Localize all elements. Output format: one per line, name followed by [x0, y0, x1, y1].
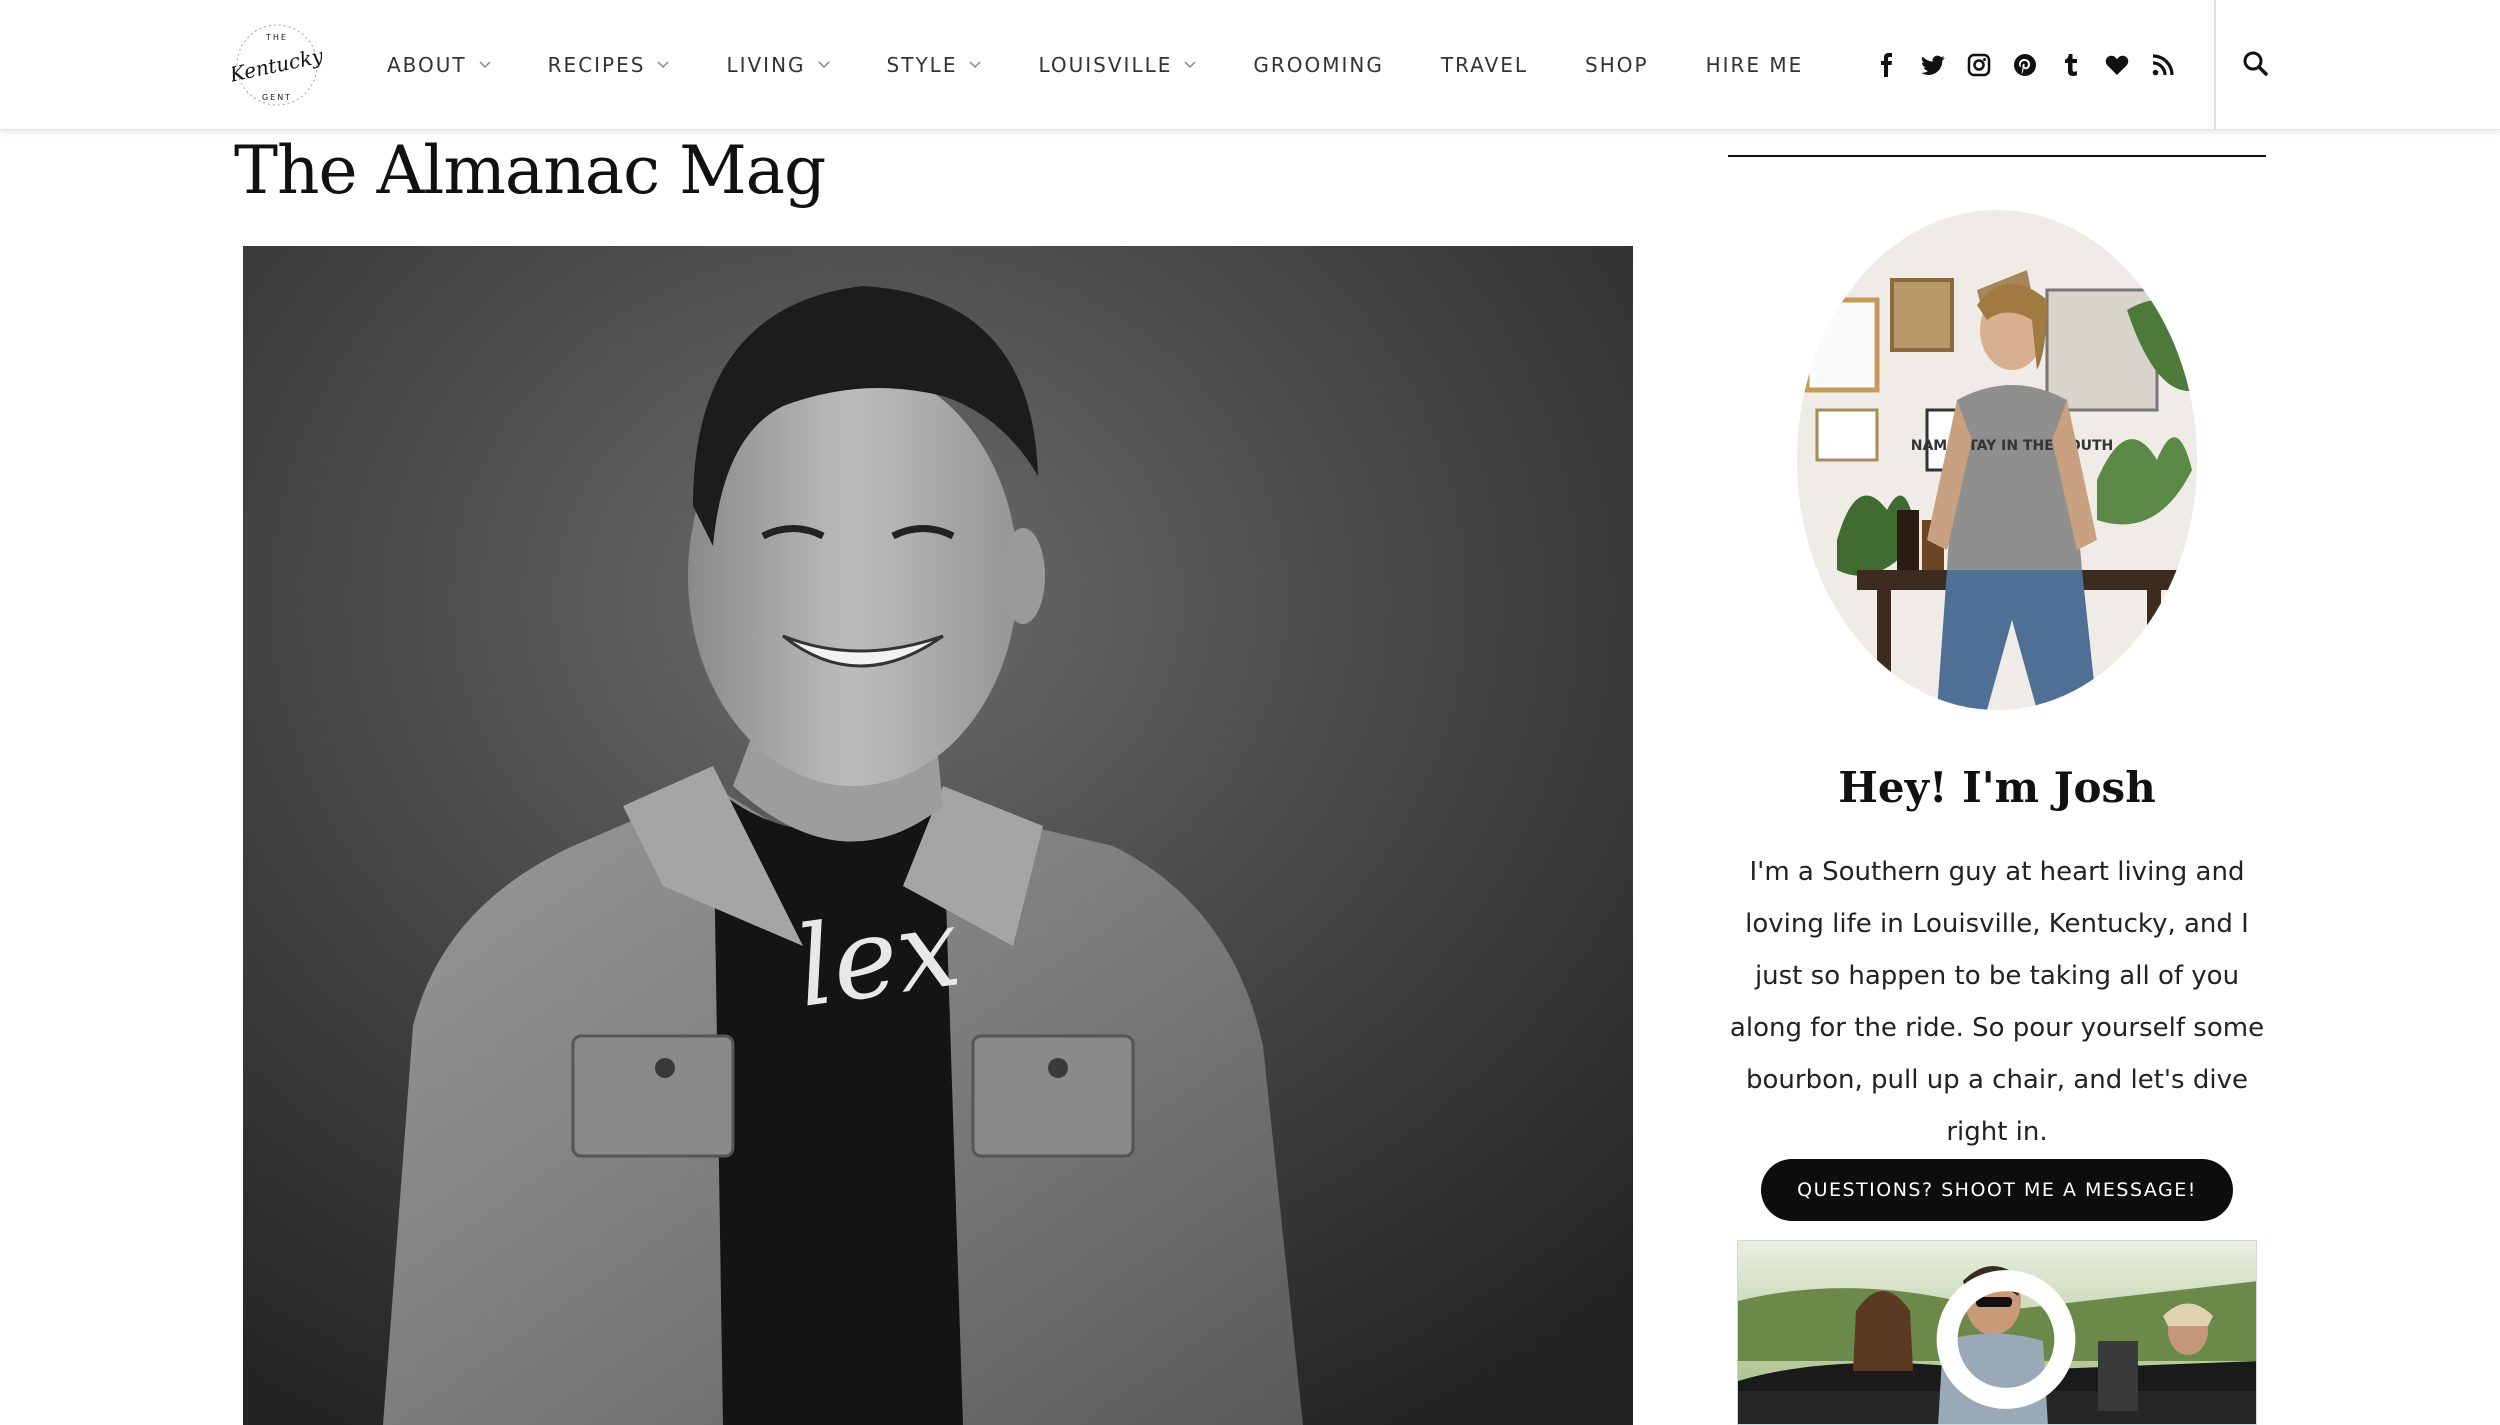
- nav-item-label: GROOMING: [1253, 53, 1384, 77]
- site-header: THE Kentucky GENT ABOUT RECIPES LIVING STYL…: [0, 0, 2500, 130]
- nav-item-label: LOUISVILLE: [1038, 53, 1173, 77]
- nav-item-label: LIVING: [726, 53, 806, 77]
- nav-item-shop[interactable]: SHOP: [1585, 53, 1649, 77]
- header-divider: [2214, 0, 2216, 130]
- nav-item-recipes[interactable]: RECIPES: [548, 53, 670, 77]
- twitter-icon[interactable]: [1918, 50, 1948, 80]
- featured-image: lex: [243, 246, 1633, 1425]
- author-photo: NAMASTAY IN THE SOUTH: [1797, 210, 2197, 710]
- ad-refresh-icon[interactable]: [1746, 1247, 2076, 1409]
- nav-item-label: STYLE: [886, 53, 958, 77]
- advertisement[interactable]: [1737, 1240, 2257, 1425]
- pinterest-icon[interactable]: [2010, 50, 2040, 80]
- nav-item-label: TRAVEL: [1440, 53, 1529, 77]
- sidebar-divider: [1728, 155, 2266, 157]
- nav-item-hire-me[interactable]: HIRE ME: [1706, 53, 1804, 77]
- nav-item-label: ABOUT: [387, 53, 467, 77]
- svg-text:THE: THE: [265, 33, 288, 42]
- search-button[interactable]: [2230, 45, 2280, 85]
- nav-item-grooming[interactable]: GROOMING: [1253, 53, 1384, 77]
- chevron-down-icon: [818, 61, 830, 69]
- nav-item-about[interactable]: ABOUT: [387, 53, 491, 77]
- tumblr-icon[interactable]: [2056, 50, 2086, 80]
- site-logo[interactable]: THE Kentucky GENT: [227, 22, 326, 108]
- nav-item-label: RECIPES: [547, 53, 646, 77]
- adchoices-icon[interactable]: [2220, 1247, 2246, 1271]
- contact-button[interactable]: QUESTIONS? SHOOT ME A MESSAGE!: [1761, 1159, 2233, 1221]
- author-greeting: Hey! I'm Josh: [1838, 763, 2156, 812]
- svg-text:GENT: GENT: [262, 93, 292, 102]
- chevron-down-icon: [479, 61, 491, 69]
- nav-item-style[interactable]: STYLE: [887, 53, 982, 77]
- nav-item-travel[interactable]: TRAVEL: [1441, 53, 1528, 77]
- svg-text:NAMASTAY IN THE SOUTH: NAMASTAY IN THE SOUTH: [1911, 438, 2114, 454]
- main-nav: ABOUT RECIPES LIVING STYLE LOUISVILLE GROOMIN…: [387, 0, 1860, 130]
- chevron-down-icon: [969, 61, 981, 69]
- heart-icon[interactable]: [2102, 50, 2132, 80]
- instagram-icon[interactable]: [1964, 50, 1994, 80]
- chevron-down-icon: [1184, 61, 1196, 69]
- author-bio: I'm a Southern guy at heart living and l…: [1729, 857, 2265, 1147]
- nav-item-living[interactable]: LIVING: [726, 53, 830, 77]
- page-title: The Almanac Mag: [234, 132, 826, 209]
- chevron-down-icon: [657, 61, 669, 69]
- nav-item-label: SHOP: [1585, 53, 1649, 77]
- rss-icon[interactable]: [2148, 50, 2178, 80]
- svg-text:Kentucky: Kentucky: [232, 43, 322, 87]
- nav-item-label: HIRE ME: [1705, 53, 1804, 77]
- search-icon: [2242, 50, 2268, 81]
- nav-item-louisville[interactable]: LOUISVILLE: [1038, 53, 1196, 77]
- social-links: [1872, 0, 2194, 130]
- facebook-icon[interactable]: [1872, 50, 1902, 80]
